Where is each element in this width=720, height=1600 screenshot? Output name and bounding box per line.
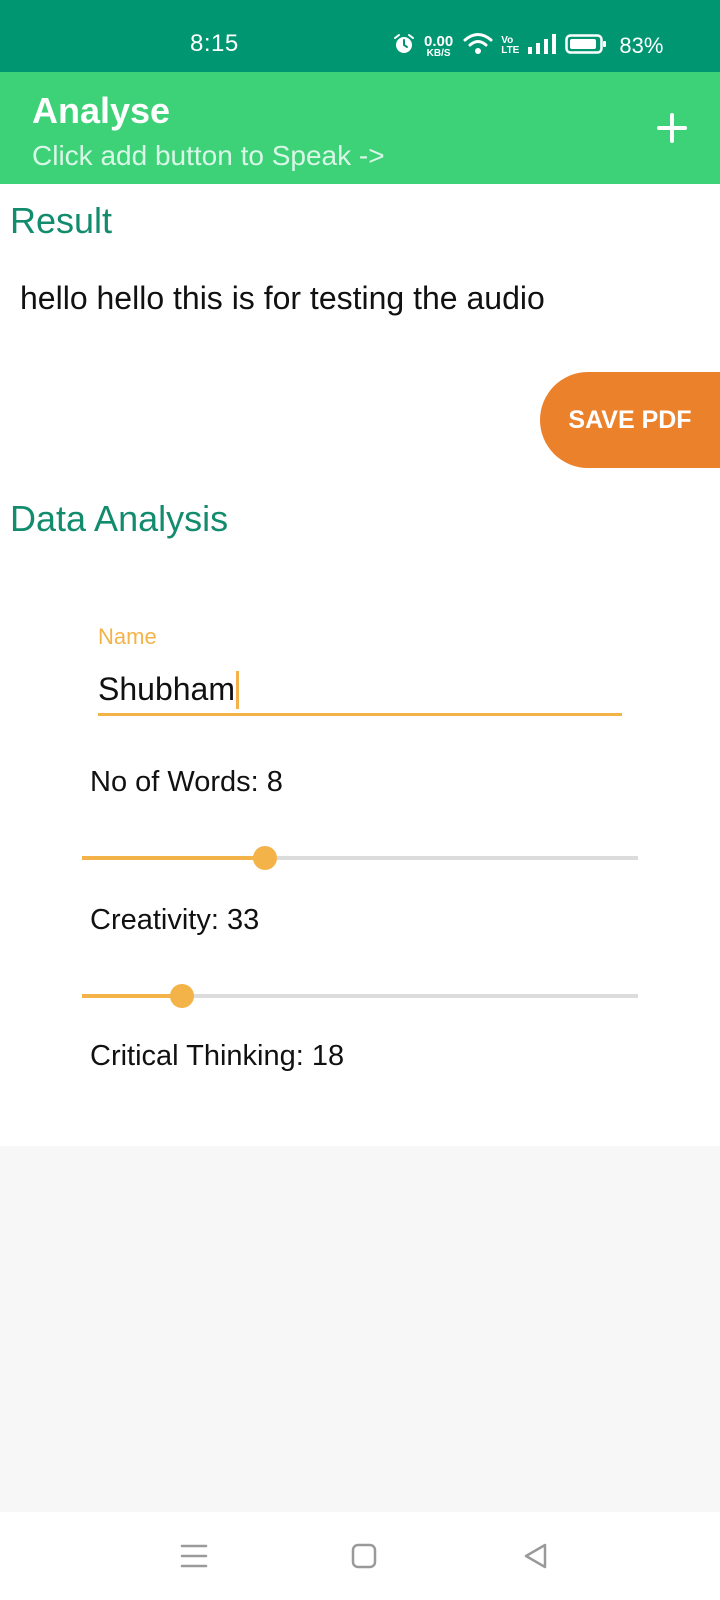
slider-thumb[interactable] <box>253 846 278 870</box>
creativity-label: Creativity: 33 <box>90 904 260 936</box>
net-speed-unit: KB/S <box>426 47 451 59</box>
home-button[interactable] <box>340 1532 388 1580</box>
volte-icon: Vo LTE <box>501 36 519 56</box>
name-field-label: Name <box>98 624 157 649</box>
text-caret <box>235 670 239 709</box>
alarm-icon <box>392 32 416 61</box>
slider-fill <box>82 994 183 998</box>
battery-percent: 83% <box>619 33 664 58</box>
result-text: hello hello this is for testing the audi… <box>20 280 545 316</box>
words-slider[interactable] <box>82 843 638 873</box>
wifi-icon <box>463 32 493 61</box>
status-time: 8:15 <box>190 30 239 57</box>
signal-icon <box>527 33 557 60</box>
status-bar: 8:15 0.00 KB/S Vo LTE 83% <box>0 0 720 72</box>
back-icon <box>524 1543 547 1569</box>
name-field[interactable]: Shubham <box>98 666 622 716</box>
net-speed: 0.00 KB/S <box>424 34 453 59</box>
words-count-label: No of Words: 8 <box>90 766 283 798</box>
menu-icon <box>180 1544 208 1568</box>
data-analysis-heading: Data Analysis <box>10 498 229 539</box>
name-field-value: Shubham <box>98 671 235 707</box>
slider-fill <box>82 856 266 860</box>
critical-thinking-label: Critical Thinking: 18 <box>90 1040 345 1072</box>
data-analysis-card: Data Analysis Name Shubham No of Words: … <box>0 476 720 1146</box>
page-title: Analyse <box>32 90 171 131</box>
add-button[interactable] <box>646 102 698 154</box>
plus-icon <box>657 113 687 143</box>
status-icons: 0.00 KB/S Vo LTE 83% <box>392 30 663 62</box>
recent-apps-button[interactable] <box>170 1532 218 1580</box>
slider-thumb[interactable] <box>170 984 195 1008</box>
home-icon <box>351 1543 377 1569</box>
result-heading: Result <box>10 200 113 241</box>
back-button[interactable] <box>512 1532 560 1580</box>
page-subtitle: Click add button to Speak -> <box>32 140 385 171</box>
result-card: Result hello hello this is for testing t… <box>0 184 720 476</box>
app-bar: Analyse Click add button to Speak -> <box>0 72 720 184</box>
net-speed-value: 0.00 <box>424 32 454 50</box>
save-pdf-button[interactable]: SAVE PDF <box>540 372 720 468</box>
system-nav-bar <box>0 1512 720 1600</box>
battery-icon <box>565 32 607 61</box>
creativity-slider[interactable] <box>82 981 638 1011</box>
volte-bottom: LTE <box>501 45 520 56</box>
